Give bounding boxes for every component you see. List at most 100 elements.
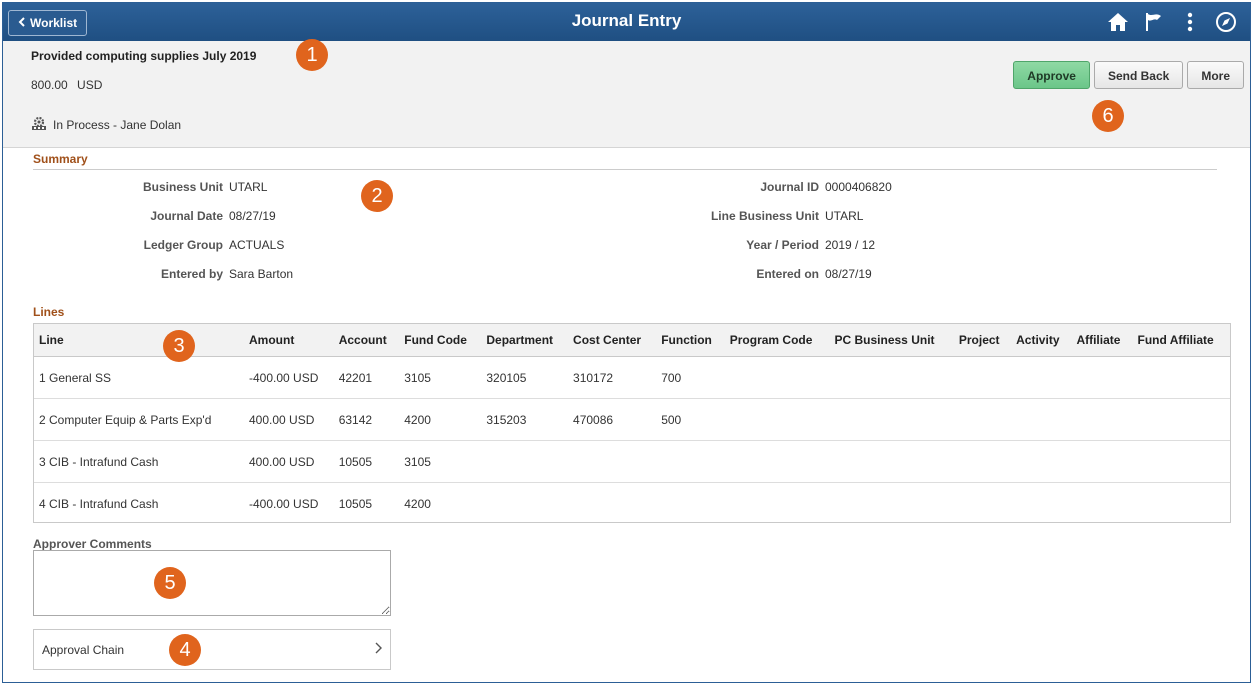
table-cell: 42201 <box>333 356 400 399</box>
callout-badge: 3 <box>163 330 195 362</box>
column-header: Fund Affiliate <box>1132 324 1230 357</box>
table-cell <box>829 398 954 441</box>
summary-divider <box>33 169 1217 170</box>
table-row[interactable]: 3 CIB - Intrafund Cash 400.00 USD 10505 … <box>34 440 1230 483</box>
chevron-right-icon <box>374 642 382 657</box>
column-header: Amount <box>244 324 334 357</box>
page-title: Journal Entry <box>571 11 682 30</box>
callout-badge: 6 <box>1092 100 1124 132</box>
table-cell <box>1132 398 1230 441</box>
journal-amount: 800.00 USD <box>31 78 102 92</box>
table-cell <box>724 440 830 483</box>
more-vertical-icon[interactable] <box>1174 8 1206 36</box>
column-header: Program Code <box>724 324 830 357</box>
lines-title: Lines <box>33 305 65 319</box>
table-cell <box>481 483 568 525</box>
table-cell <box>1132 483 1230 525</box>
table-cell: 3105 <box>399 440 482 483</box>
summary-field-entered-by: Entered by Sara Barton <box>160 267 294 281</box>
table-cell <box>1071 398 1133 441</box>
table-cell: 470086 <box>568 398 657 441</box>
table-cell: 3 CIB - Intrafund Cash <box>34 440 244 483</box>
approve-button[interactable]: Approve <box>1013 61 1090 89</box>
table-cell <box>724 398 830 441</box>
callout-badge: 5 <box>154 567 186 599</box>
journal-description: Provided computing supplies July 2019 <box>31 49 257 63</box>
table-cell <box>953 398 1012 441</box>
table-cell <box>656 483 725 525</box>
approval-chain-label: Approval Chain <box>42 642 125 657</box>
table-cell <box>1011 483 1071 525</box>
table-cell <box>953 440 1012 483</box>
column-header: Line <box>34 324 244 357</box>
table-row[interactable]: 1 General SS -400.00 USD 42201 3105 3201… <box>34 356 1230 399</box>
table-cell <box>830 483 954 525</box>
summary-title: Summary <box>33 152 88 166</box>
column-header: Function <box>656 324 725 357</box>
compass-icon[interactable] <box>1210 8 1242 36</box>
table-cell: 10505 <box>333 440 400 483</box>
table-cell <box>1132 440 1230 483</box>
table-header-row: Line Amount Account Fund Code Department… <box>34 324 1230 357</box>
table-cell <box>1071 483 1132 525</box>
send-back-button[interactable]: Send Back <box>1093 61 1184 89</box>
approver-comments-label: Approver Comments <box>33 537 152 551</box>
approval-chain-link[interactable]: Approval Chain <box>33 629 391 670</box>
chevron-left-icon <box>18 11 25 35</box>
table-cell <box>954 483 1011 525</box>
summary-field-business-unit: Business Unit UTARL <box>142 180 268 194</box>
table-cell: 400.00 USD <box>244 398 334 441</box>
process-icon <box>31 115 47 134</box>
approver-comments-field[interactable] <box>33 550 391 616</box>
column-header: Department <box>481 324 569 357</box>
table-cell <box>724 356 830 399</box>
table-cell: -400.00 USD <box>249 496 319 511</box>
table-cell: 4200 <box>404 496 431 511</box>
table-row[interactable]: 2 Computer Equip & Parts Exp'd 400.00 US… <box>34 398 1230 441</box>
table-cell: 1 General SS <box>34 356 244 399</box>
column-header: Activity <box>1011 324 1072 357</box>
summary-field-year-period: Year / Period 2019 / 12 <box>746 238 876 252</box>
amount-value: 800.00 <box>31 78 68 92</box>
table-cell <box>725 483 830 525</box>
column-header: Cost Center <box>568 324 657 357</box>
toolbar-icons <box>1102 8 1242 36</box>
column-header: Project <box>953 324 1012 357</box>
table-cell: 3105 <box>399 356 482 399</box>
column-header: Affiliate <box>1071 324 1133 357</box>
table-cell: 400.00 USD <box>244 440 334 483</box>
table-cell: -400.00 USD <box>244 356 334 399</box>
more-button[interactable]: More <box>1187 61 1244 89</box>
column-header: Fund Code <box>399 324 482 357</box>
table-cell: 4200 <box>399 398 482 441</box>
top-bar: Worklist Journal Entry <box>3 3 1250 42</box>
table-cell <box>1011 398 1072 441</box>
callout-badge: 1 <box>296 39 328 71</box>
app-frame: Worklist Journal Entry Provided computin… <box>2 2 1251 683</box>
table-cell <box>1071 440 1133 483</box>
table-cell <box>1011 356 1072 399</box>
summary-field-journal-id: Journal ID 0000406820 <box>760 180 892 194</box>
callout-badge: 2 <box>361 180 393 212</box>
table-cell <box>829 440 954 483</box>
home-icon[interactable] <box>1102 8 1134 36</box>
table-cell: 315203 <box>481 398 569 441</box>
summary-field-entered-on: Entered on 08/27/19 <box>756 267 872 281</box>
table-cell <box>829 356 954 399</box>
worklist-back-button[interactable]: Worklist <box>8 10 88 36</box>
column-header: Account <box>333 324 400 357</box>
approval-status: In Process - Jane Dolan <box>31 115 181 134</box>
flag-icon[interactable] <box>1138 8 1170 36</box>
summary-field-line-business-unit: Line Business Unit UTARL <box>710 209 864 223</box>
table-cell: 320105 <box>481 356 569 399</box>
transaction-header: Provided computing supplies July 2019 80… <box>3 41 1250 148</box>
table-cell: 4 CIB - Intrafund Cash <box>39 496 159 511</box>
table-cell <box>568 483 656 525</box>
summary-field-ledger-group: Ledger Group ACTUALS <box>143 238 285 252</box>
table-row[interactable]: 4 CIB - Intrafund Cash -400.00 USD 10505… <box>34 483 1230 525</box>
lines-table: Line Amount Account Fund Code Department… <box>33 323 1231 523</box>
column-header: PC Business Unit <box>829 324 954 357</box>
table-cell <box>481 440 569 483</box>
status-text: In Process - Jane Dolan <box>53 117 182 132</box>
amount-currency: USD <box>77 78 103 92</box>
